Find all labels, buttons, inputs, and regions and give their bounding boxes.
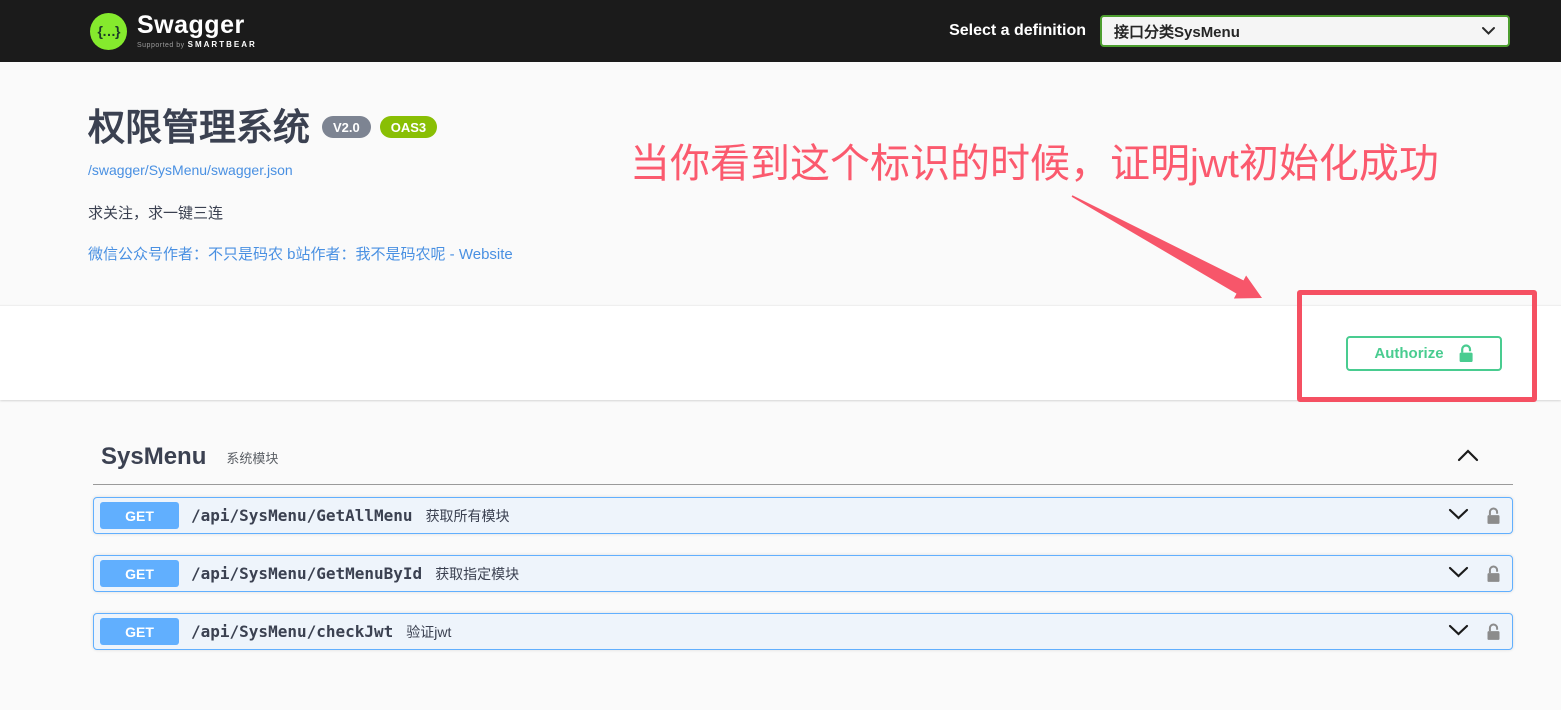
version-badge: V2.0 [322, 116, 371, 138]
get-method-badge: GET [100, 560, 179, 587]
collapse-section-button[interactable] [1457, 449, 1479, 465]
oas3-badge: OAS3 [379, 116, 438, 138]
expand-operation-button[interactable] [1448, 624, 1469, 639]
topbar: {…} Swagger Supported by SMARTBEAR Select… [0, 0, 1561, 62]
operation-controls [1448, 507, 1501, 525]
operation-path: /api/SysMenu/GetMenuById [191, 564, 423, 583]
page-title: 权限管理系统 [88, 107, 310, 148]
smartbear-label: SMARTBEAR [187, 40, 257, 49]
contact-links[interactable]: 微信公众号作者：不只是码农 b站作者：我不是码农呢 - Website [88, 243, 513, 264]
definition-selector-group: Select a definition 接口分类SysMenu [949, 15, 1510, 47]
operation-summary: 获取指定模块 [435, 565, 520, 582]
operations-section: SysMenu 系统模块 GET /api/SysMenu/GetAllMenu… [93, 400, 1513, 650]
auth-lock-icon[interactable] [1486, 507, 1501, 525]
expand-operation-button[interactable] [1448, 566, 1469, 581]
swagger-logo-icon: {…} [90, 12, 127, 50]
operation-summary: 获取所有模块 [425, 507, 510, 524]
operation-row[interactable]: GET /api/SysMenu/checkJwt 验证jwt [93, 613, 1513, 650]
get-method-badge: GET [100, 618, 179, 645]
operation-path: /api/SysMenu/checkJwt [191, 622, 394, 641]
swagger-braces-glyph: {…} [97, 23, 121, 39]
operation-summary: 验证jwt [406, 623, 452, 640]
operation-controls [1448, 623, 1501, 641]
definition-select[interactable]: 接口分类SysMenu [1100, 15, 1510, 47]
swagger-wordmark: Swagger Supported by SMARTBEAR [137, 11, 257, 50]
chevron-down-icon [1448, 566, 1469, 581]
supported-by-label: Supported by [137, 42, 185, 49]
swagger-logo-text: Swagger [137, 11, 245, 39]
chevron-up-icon [1457, 449, 1479, 465]
api-description: 求关注，求一键三连 [88, 205, 224, 223]
operation-path: /api/SysMenu/GetAllMenu [191, 506, 413, 525]
jwt-annotation-text: 当你看到这个标识的时候，证明jwt初始化成功 [630, 142, 1439, 186]
auth-lock-icon[interactable] [1486, 623, 1501, 641]
annotation-arrow-icon [1035, 185, 1275, 315]
tag-section-header[interactable]: SysMenu 系统模块 [93, 430, 1513, 485]
auth-lock-icon[interactable] [1486, 565, 1501, 583]
operation-row[interactable]: GET /api/SysMenu/GetAllMenu 获取所有模块 [93, 497, 1513, 534]
smartbear-credit: Supported by SMARTBEAR [137, 40, 257, 50]
spec-json-link[interactable]: /swagger/SysMenu/swagger.json [88, 162, 293, 178]
select-definition-label: Select a definition [949, 22, 1086, 39]
tag-name: SysMenu [101, 443, 207, 470]
chevron-down-icon [1448, 508, 1469, 523]
swagger-logo[interactable]: {…} Swagger Supported by SMARTBEAR [90, 11, 257, 50]
chevron-down-icon [1481, 26, 1496, 36]
chevron-down-icon [1448, 624, 1469, 639]
annotation-highlight-box [1297, 290, 1537, 402]
operation-controls [1448, 565, 1501, 583]
expand-operation-button[interactable] [1448, 508, 1469, 523]
operation-row[interactable]: GET /api/SysMenu/GetMenuById 获取指定模块 [93, 555, 1513, 592]
tag-description: 系统模块 [226, 450, 279, 466]
get-method-badge: GET [100, 502, 179, 529]
definition-select-value: 接口分类SysMenu [1114, 23, 1240, 41]
